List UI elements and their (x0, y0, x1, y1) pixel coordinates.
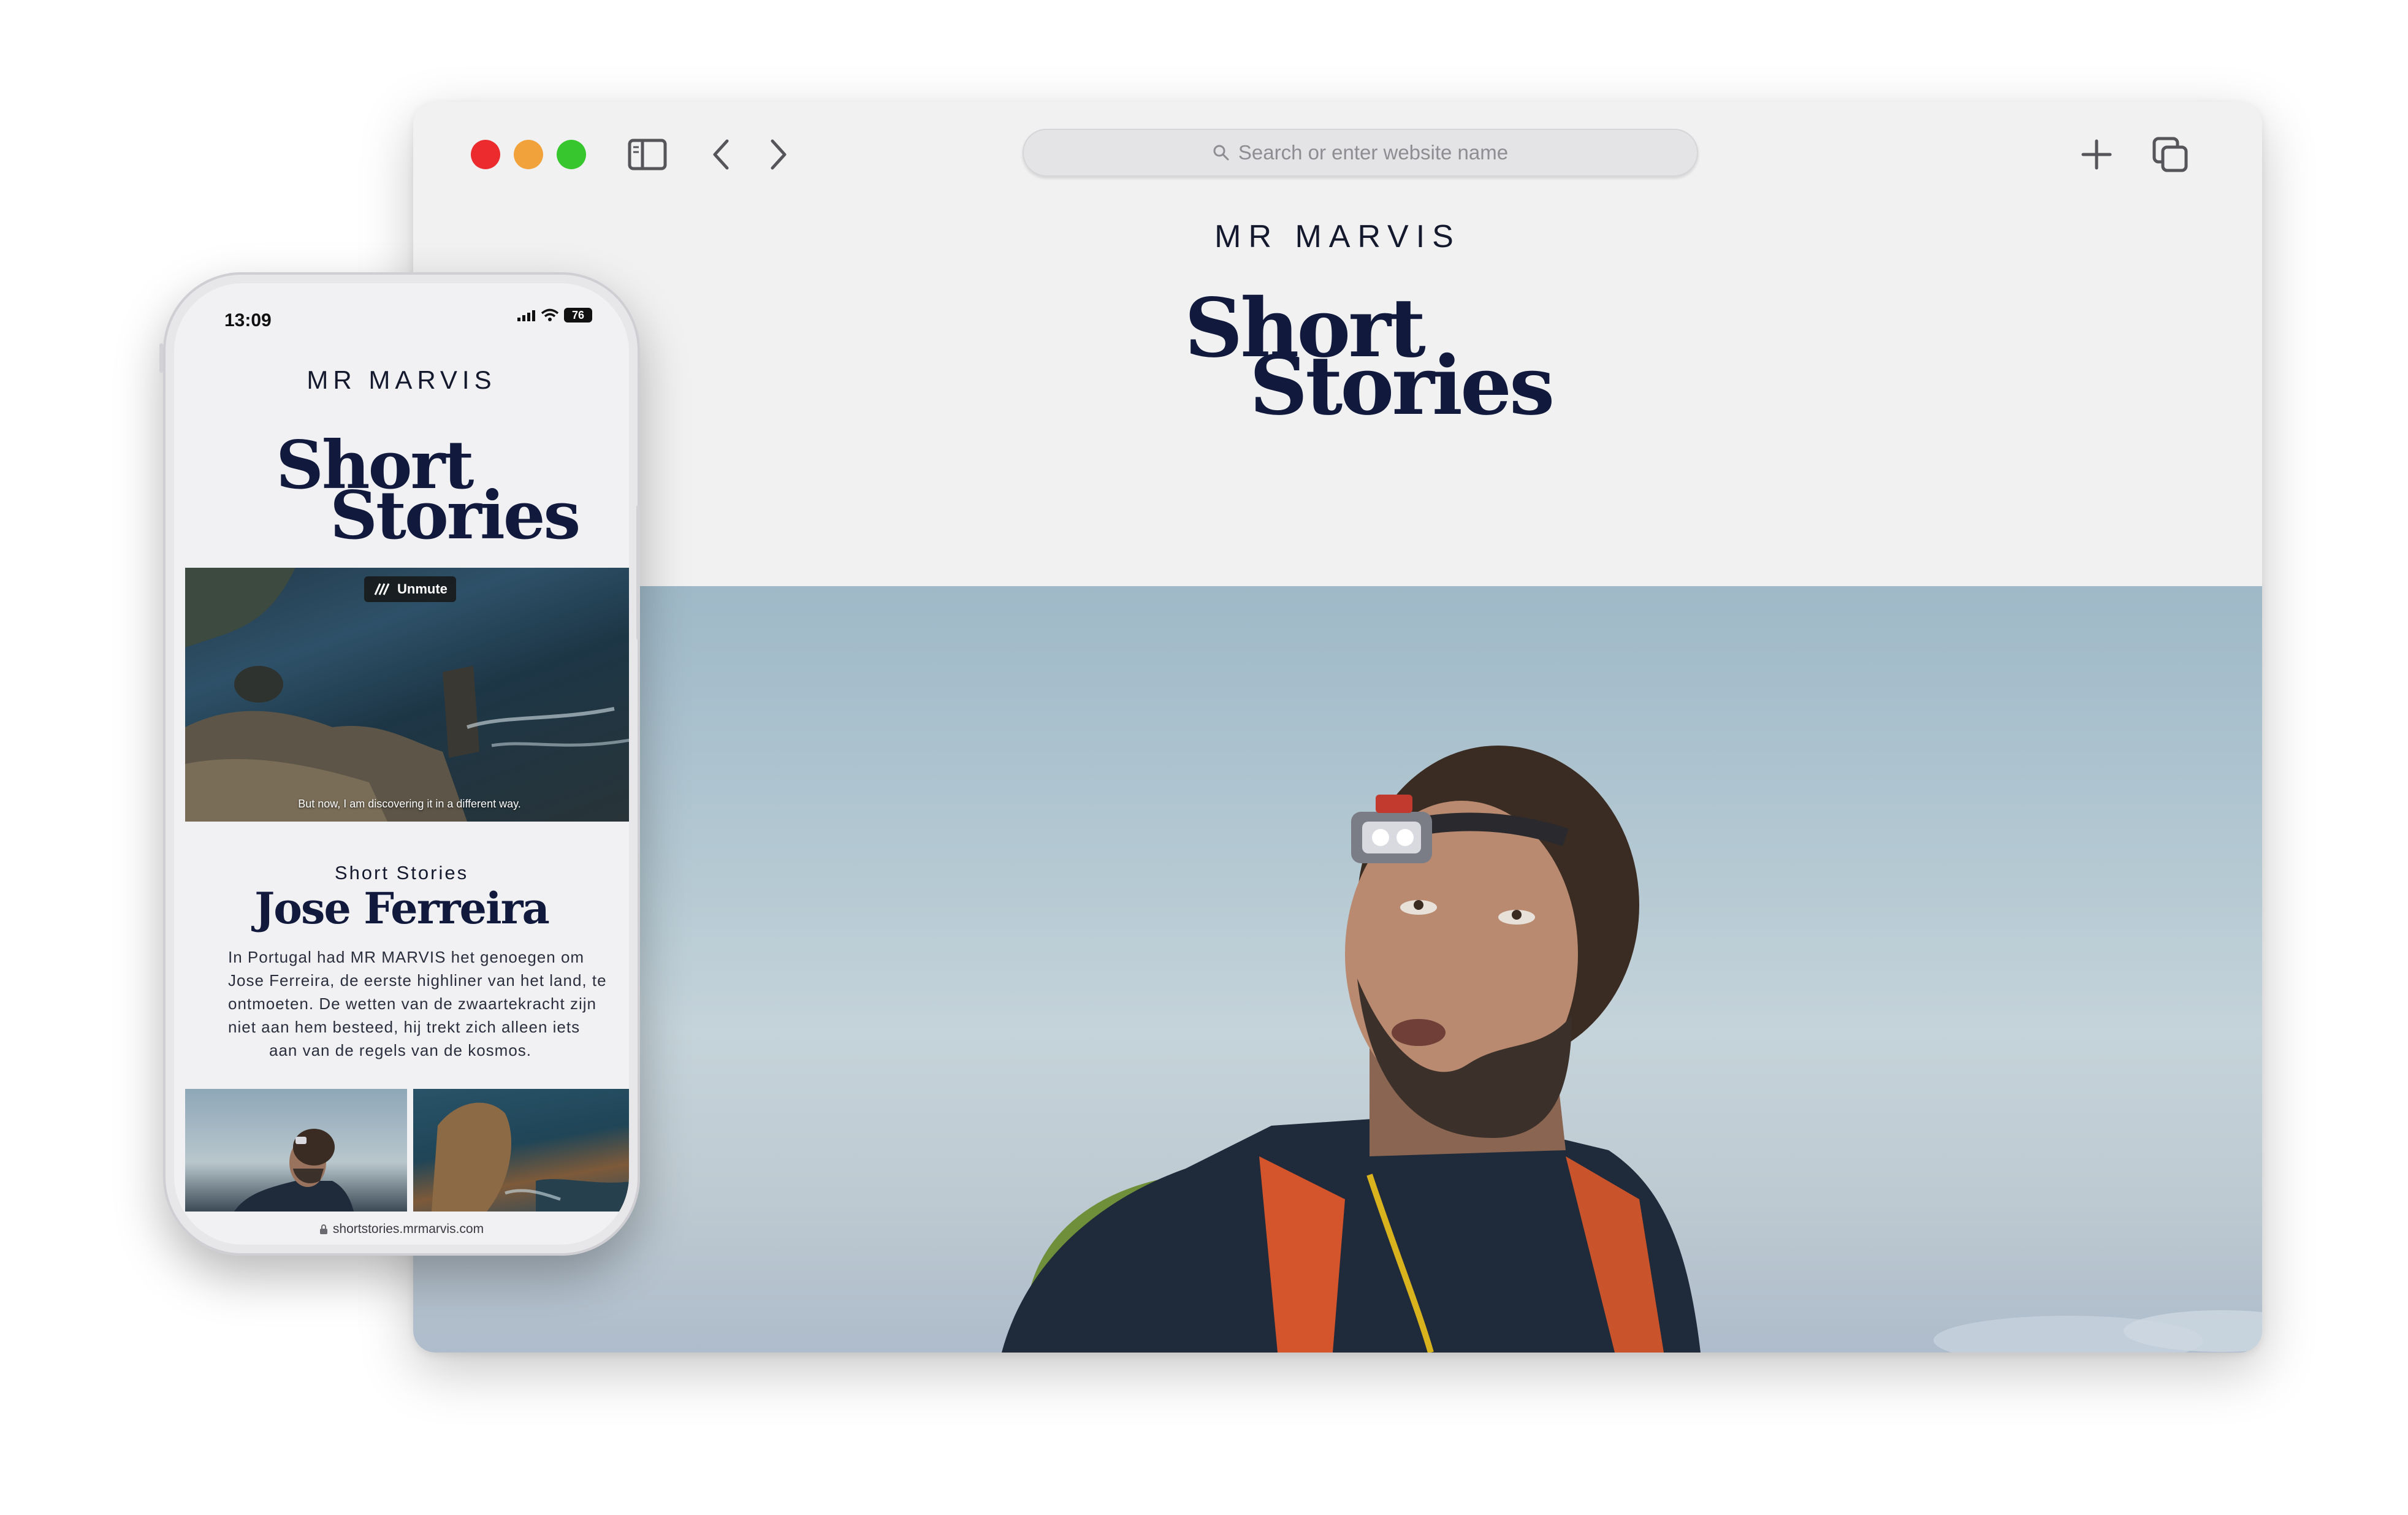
battery-indicator: 76 (564, 308, 592, 322)
new-tab-icon[interactable] (2077, 135, 2116, 174)
video-caption: But now, I am discovering it in a differ… (298, 798, 521, 810)
sidebar-icon[interactable] (628, 135, 667, 174)
hero-image-climber (413, 586, 2262, 1353)
unmute-label: Unmute (397, 581, 448, 597)
desktop-browser-window: Search or enter website name MR MARVIS S… (413, 102, 2262, 1353)
gallery-thumbnail-rocks[interactable] (413, 1089, 629, 1212)
unmute-button[interactable]: Unmute (364, 576, 456, 602)
mute-icon (374, 583, 390, 595)
zoom-window-button[interactable] (557, 140, 586, 169)
story-kicker: Short Stories (334, 862, 469, 883)
gallery-thumbnail-climber[interactable] (185, 1089, 407, 1212)
address-bar[interactable]: Search or enter website name (1023, 129, 1698, 177)
mobile-phone-mockup: 13:09 76 MR MARVIS Short Stories Unmute … (159, 272, 640, 1256)
minimize-window-button[interactable] (514, 140, 543, 169)
story-description: In Portugal had MR MARVIS het genoegen o… (228, 945, 607, 1062)
description-line: niet aan hem besteed, hij trekt zich all… (228, 1018, 581, 1036)
address-bar-placeholder: Search or enter website name (1238, 141, 1509, 164)
status-time: 13:09 (224, 310, 272, 330)
description-line: Jose Ferreira, de eerste highliner van h… (228, 971, 607, 990)
back-icon[interactable] (701, 135, 741, 174)
forward-icon[interactable] (759, 135, 798, 174)
tabs-overview-icon[interactable] (2151, 135, 2190, 174)
site-header: MR MARVIS Short Stories (413, 202, 2262, 586)
lock-icon (319, 1224, 327, 1234)
wifi-icon (541, 308, 559, 321)
mobile-brand-wordmark[interactable]: MR MARVIS (174, 365, 629, 395)
mobile-url-bar[interactable]: shortstories.mrmarvis.com (174, 1215, 629, 1243)
browser-toolbar: Search or enter website name (413, 102, 2262, 204)
description-line: ontmoeten. De wetten van de zwaartekrach… (228, 994, 596, 1013)
description-line: aan van de regels van de kosmos. (269, 1041, 532, 1059)
logo-line-stories: Stories (1249, 338, 1555, 433)
status-icons: 76 (517, 308, 592, 322)
mobile-url-text: shortstories.mrmarvis.com (332, 1222, 484, 1236)
close-window-button[interactable] (471, 140, 500, 169)
phone-power-button (636, 505, 640, 640)
search-icon (1213, 145, 1229, 161)
phone-screen: 13:09 76 MR MARVIS Short Stories Unmute … (174, 283, 629, 1245)
brand-wordmark[interactable]: MR MARVIS (413, 218, 2262, 255)
video-player[interactable]: Unmute But now, I am discovering it in a… (185, 568, 629, 822)
mobile-logo-line-stories: Stories (330, 477, 581, 554)
story-title: Jose Ferreira (254, 883, 550, 934)
phone-action-button (159, 343, 163, 373)
description-line: In Portugal had MR MARVIS het genoegen o… (228, 948, 585, 966)
signal-icon (517, 310, 535, 321)
